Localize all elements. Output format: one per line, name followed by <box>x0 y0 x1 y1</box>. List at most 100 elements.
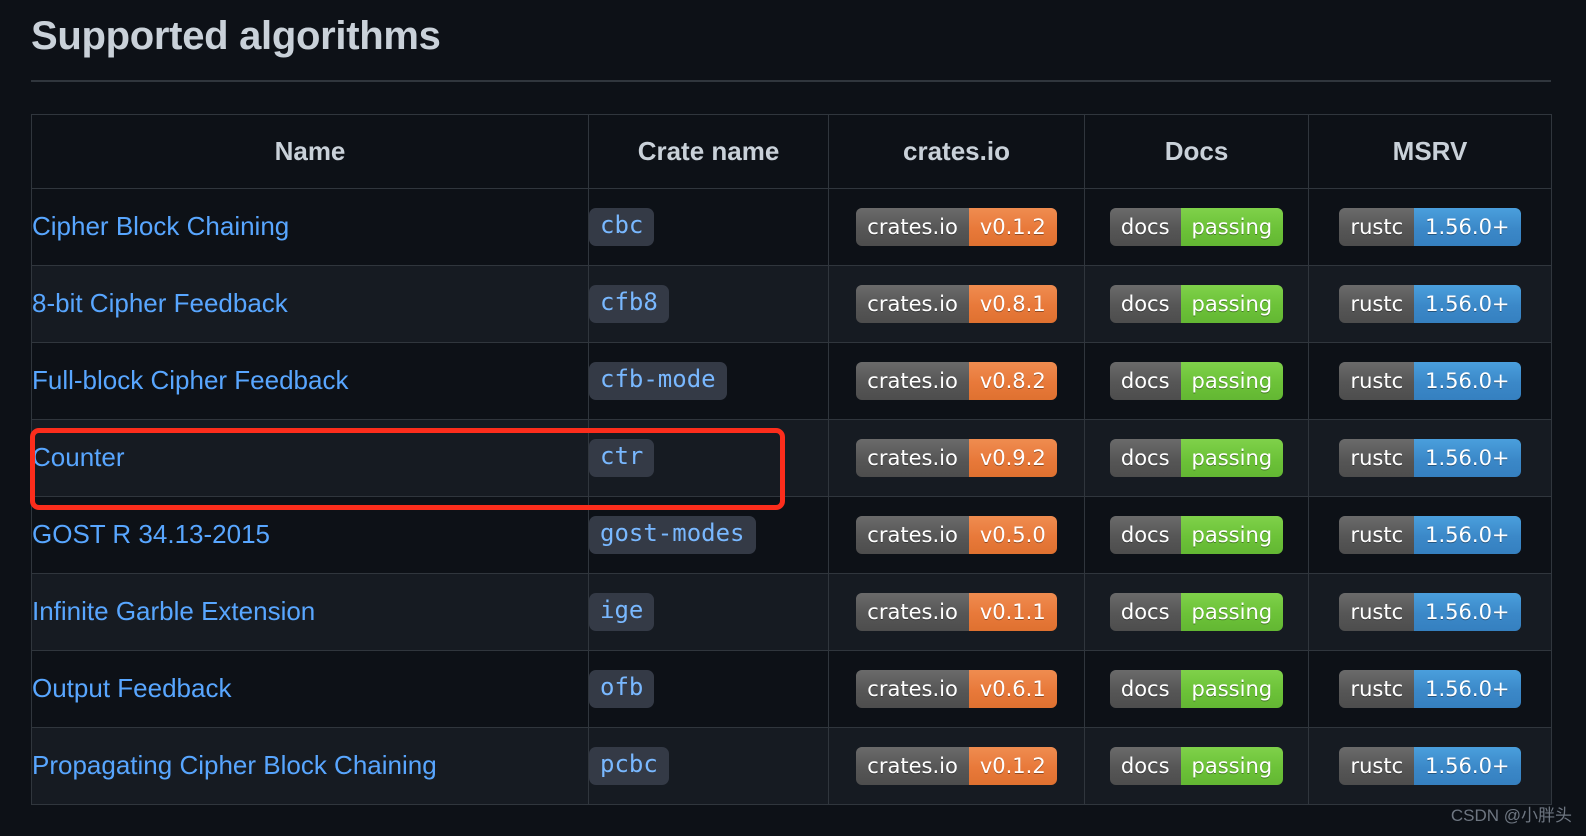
docs-badge[interactable]: docs passing <box>1109 285 1284 323</box>
algorithm-name-link[interactable]: Output Feedback <box>32 673 231 703</box>
crate-name-chip[interactable]: ofb <box>589 670 655 708</box>
algorithm-name-link[interactable]: Counter <box>32 442 125 472</box>
msrv-badge-label: rustc <box>1339 208 1415 246</box>
msrv-cell: rustc 1.56.0+ <box>1308 573 1552 651</box>
crates-io-badge-value: v0.9.2 <box>968 439 1057 477</box>
crate-name-chip[interactable]: ctr <box>589 439 655 477</box>
docs-badge-label: docs <box>1109 439 1181 477</box>
msrv-badge[interactable]: rustc 1.56.0+ <box>1339 208 1521 246</box>
docs-badge-label: docs <box>1109 670 1181 708</box>
docs-badge[interactable]: docs passing <box>1109 516 1284 554</box>
msrv-badge[interactable]: rustc 1.56.0+ <box>1339 516 1521 554</box>
algorithm-name-cell: Counter <box>31 419 589 497</box>
msrv-badge-value: 1.56.0+ <box>1414 439 1521 477</box>
crate-name-chip[interactable]: cfb-mode <box>589 362 727 400</box>
crate-name-chip[interactable]: gost-modes <box>589 516 756 554</box>
msrv-badge-label: rustc <box>1339 593 1415 631</box>
docs-badge[interactable]: docs passing <box>1109 439 1284 477</box>
crates-io-badge-label: crates.io <box>856 670 969 708</box>
crates-io-badge[interactable]: crates.io v0.5.0 <box>856 516 1057 554</box>
crates-io-badge-value: v0.1.1 <box>968 593 1057 631</box>
table-row: Cipher Block Chaining cbc crates.io v0.1.2 d… <box>31 188 1552 266</box>
msrv-badge-value: 1.56.0+ <box>1414 362 1521 400</box>
msrv-badge[interactable]: rustc 1.56.0+ <box>1339 593 1521 631</box>
algorithm-name-cell: GOST R 34.13-2015 <box>31 496 589 574</box>
crate-name-cell: gost-modes <box>588 496 829 574</box>
msrv-cell: rustc 1.56.0+ <box>1308 188 1552 266</box>
msrv-cell: rustc 1.56.0+ <box>1308 265 1552 343</box>
algorithm-name-link[interactable]: GOST R 34.13-2015 <box>32 519 270 549</box>
msrv-badge[interactable]: rustc 1.56.0+ <box>1339 362 1521 400</box>
docs-cell: docs passing <box>1084 727 1309 805</box>
algorithm-name-link[interactable]: Full-block Cipher Feedback <box>32 365 348 395</box>
crate-name-chip[interactable]: cfb8 <box>589 285 669 323</box>
column-header-crate-name: Crate name <box>588 114 829 189</box>
crate-name-chip[interactable]: pcbc <box>589 747 669 785</box>
msrv-badge-label: rustc <box>1339 670 1415 708</box>
msrv-badge-value: 1.56.0+ <box>1414 747 1521 785</box>
msrv-badge-label: rustc <box>1339 362 1415 400</box>
crates-io-badge-value: v0.1.2 <box>968 747 1057 785</box>
msrv-badge[interactable]: rustc 1.56.0+ <box>1339 747 1521 785</box>
docs-badge[interactable]: docs passing <box>1109 362 1284 400</box>
crates-io-cell: crates.io v0.1.1 <box>828 573 1085 651</box>
algorithm-name-link[interactable]: Propagating Cipher Block Chaining <box>32 750 437 780</box>
supported-algorithms-table: Name Crate name crates.io Docs MSRV Ciph… <box>31 114 1552 805</box>
table-row: Infinite Garble Extension ige crates.io v0.… <box>31 573 1552 651</box>
crates-io-cell: crates.io v0.1.2 <box>828 727 1085 805</box>
crate-name-chip[interactable]: cbc <box>589 208 655 246</box>
crates-io-cell: crates.io v0.5.0 <box>828 496 1085 574</box>
crate-name-cell: ofb <box>588 650 829 728</box>
crates-io-badge[interactable]: crates.io v0.8.2 <box>856 362 1057 400</box>
watermark: CSDN @小胖头 <box>1450 806 1572 825</box>
table-row: 8-bit Cipher Feedback cfb8 crates.io v0.8.1… <box>31 265 1552 343</box>
crates-io-badge-value: v0.6.1 <box>968 670 1057 708</box>
crates-io-badge[interactable]: crates.io v0.1.2 <box>856 747 1057 785</box>
crates-io-badge[interactable]: crates.io v0.9.2 <box>856 439 1057 477</box>
supported-algorithms-table-wrapper: Name Crate name crates.io Docs MSRV Ciph… <box>31 114 1552 805</box>
docs-badge-value: passing <box>1180 362 1284 400</box>
crates-io-badge-label: crates.io <box>856 285 969 323</box>
docs-badge[interactable]: docs passing <box>1109 670 1284 708</box>
docs-badge-label: docs <box>1109 516 1181 554</box>
crates-io-badge[interactable]: crates.io v0.8.1 <box>856 285 1057 323</box>
table-row: GOST R 34.13-2015 gost-modes crates.io v0.5… <box>31 496 1552 574</box>
docs-cell: docs passing <box>1084 496 1309 574</box>
crate-name-cell: pcbc <box>588 727 829 805</box>
docs-badge-value: passing <box>1180 593 1284 631</box>
msrv-badge[interactable]: rustc 1.56.0+ <box>1339 670 1521 708</box>
table-body: Cipher Block Chaining cbc crates.io v0.1.2 d… <box>31 188 1552 805</box>
crates-io-badge-label: crates.io <box>856 208 969 246</box>
msrv-badge-label: rustc <box>1339 516 1415 554</box>
page-root: Supported algorithms Name Crate name cra… <box>0 0 1586 836</box>
docs-badge[interactable]: docs passing <box>1109 747 1284 785</box>
msrv-cell: rustc 1.56.0+ <box>1308 496 1552 574</box>
docs-badge[interactable]: docs passing <box>1109 208 1284 246</box>
column-header-name: Name <box>31 114 589 189</box>
docs-cell: docs passing <box>1084 265 1309 343</box>
algorithm-name-link[interactable]: 8-bit Cipher Feedback <box>32 288 288 318</box>
table-row: Counter ctr crates.io v0.9.2 docs passing rust… <box>31 419 1552 497</box>
crate-name-cell: ige <box>588 573 829 651</box>
crate-name-chip[interactable]: ige <box>589 593 655 631</box>
msrv-badge-value: 1.56.0+ <box>1414 670 1521 708</box>
msrv-badge-label: rustc <box>1339 285 1415 323</box>
docs-badge[interactable]: docs passing <box>1109 593 1284 631</box>
algorithm-name-link[interactable]: Cipher Block Chaining <box>32 211 289 241</box>
crates-io-cell: crates.io v0.8.1 <box>828 265 1085 343</box>
crates-io-badge[interactable]: crates.io v0.1.1 <box>856 593 1057 631</box>
column-header-msrv: MSRV <box>1308 114 1552 189</box>
msrv-badge-label: rustc <box>1339 439 1415 477</box>
crates-io-badge-label: crates.io <box>856 516 969 554</box>
docs-badge-value: passing <box>1180 670 1284 708</box>
msrv-badge-value: 1.56.0+ <box>1414 516 1521 554</box>
docs-badge-value: passing <box>1180 439 1284 477</box>
algorithm-name-link[interactable]: Infinite Garble Extension <box>32 596 315 626</box>
docs-cell: docs passing <box>1084 188 1309 266</box>
crates-io-cell: crates.io v0.9.2 <box>828 419 1085 497</box>
msrv-badge[interactable]: rustc 1.56.0+ <box>1339 285 1521 323</box>
crates-io-badge[interactable]: crates.io v0.1.2 <box>856 208 1057 246</box>
docs-badge-label: docs <box>1109 362 1181 400</box>
msrv-badge[interactable]: rustc 1.56.0+ <box>1339 439 1521 477</box>
crates-io-badge[interactable]: crates.io v0.6.1 <box>856 670 1057 708</box>
